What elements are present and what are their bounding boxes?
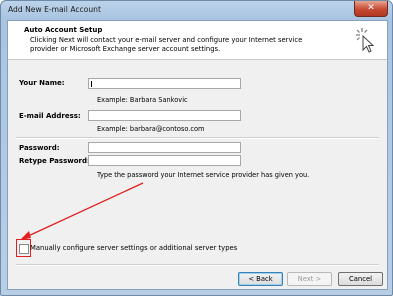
next-button[interactable]: Next >: [287, 272, 332, 286]
section-divider-top: [16, 137, 379, 139]
close-button[interactable]: ✕: [354, 1, 388, 17]
name-example: Example: Barbara Sankovic: [97, 96, 188, 104]
header-description: Clicking Next will contact your e-mail s…: [30, 36, 303, 53]
email-address-label: E-mail Address:: [19, 112, 81, 120]
header-title: Auto Account Setup: [24, 26, 103, 34]
back-button[interactable]: < Back: [238, 272, 283, 286]
dialog-client-area: Auto Account Setup Clicking Next will co…: [7, 20, 388, 290]
checkbox-highlight-box: [16, 239, 31, 257]
password-label: Password:: [19, 144, 60, 152]
password-input[interactable]: [88, 142, 241, 153]
email-example: Example: barbara@contoso.com: [97, 125, 205, 133]
section-divider-bottom: [16, 264, 379, 266]
your-name-input[interactable]: [88, 78, 241, 89]
email-address-input[interactable]: [88, 110, 241, 121]
wizard-cursor-icon: [356, 28, 375, 53]
window-title: Add New E-mail Account: [8, 5, 101, 14]
add-email-account-window: Add New E-mail Account ✕ Auto Account Se…: [0, 0, 393, 296]
text-caret: [91, 81, 92, 87]
password-hint: Type the password your Internet service …: [97, 171, 310, 179]
retype-password-label: Retype Password:: [19, 157, 90, 165]
cancel-button[interactable]: Cancel: [338, 272, 383, 286]
your-name-label: Your Name:: [19, 79, 65, 87]
manual-config-label[interactable]: Manually configure server settings or ad…: [30, 244, 237, 252]
title-bar[interactable]: Add New E-mail Account ✕: [1, 1, 392, 20]
wizard-header: Auto Account Setup Clicking Next will co…: [8, 21, 387, 60]
retype-password-input[interactable]: [88, 155, 241, 166]
